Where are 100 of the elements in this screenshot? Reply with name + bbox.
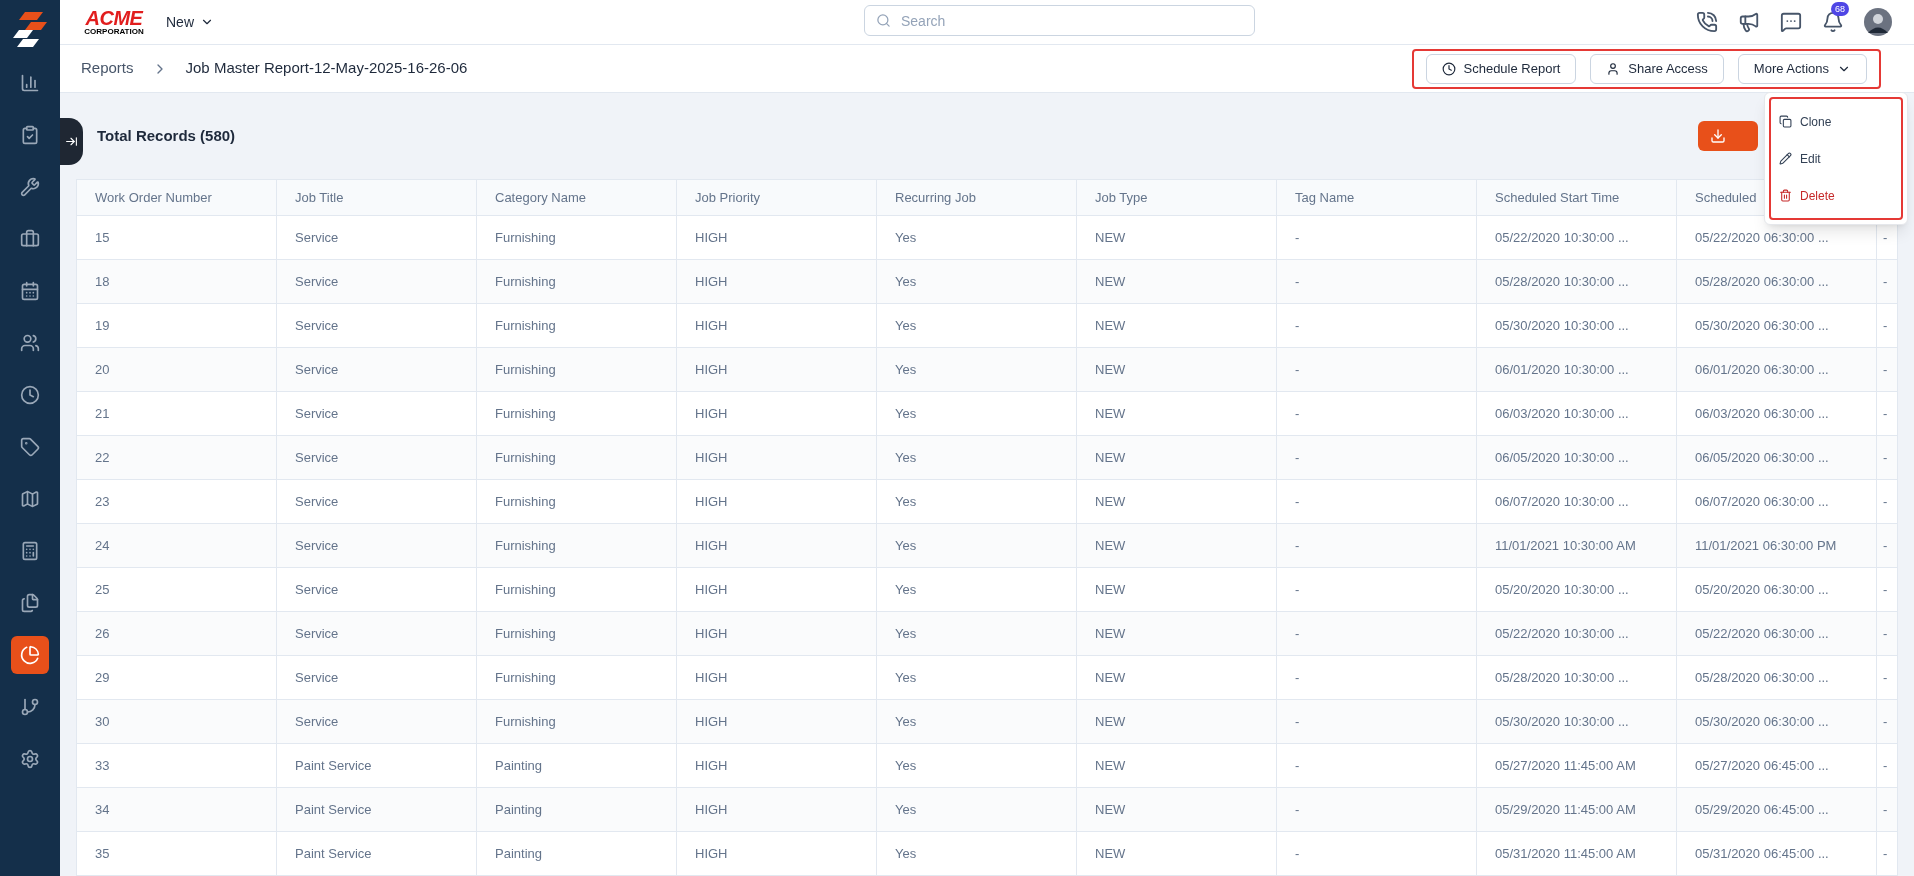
table-cell-text: Yes (895, 580, 917, 599)
table-cell-text: Service (295, 536, 339, 555)
phone-icon[interactable] (1696, 11, 1718, 33)
notification-icon[interactable] (1822, 11, 1844, 33)
table-cell-text: - (1883, 580, 1888, 599)
table-cell-text: Service (295, 316, 339, 335)
table-cell-text: - (1883, 536, 1888, 555)
table-cell-text: 25 (95, 580, 110, 599)
table-cell-text: Furnishing (495, 580, 556, 599)
copy-icon (1779, 115, 1792, 128)
table-cell-text: - (1295, 800, 1300, 819)
table-cell-text: - (1883, 272, 1888, 291)
table-cell-text: 05/30/2020 10:30:00 ... (1495, 316, 1629, 335)
table-cell-text: 24 (95, 536, 110, 555)
table-cell-text: Furnishing (495, 536, 556, 555)
search-icon (876, 13, 891, 28)
table-cell-text: - (1295, 668, 1300, 687)
breadcrumb-link[interactable]: Reports (81, 57, 134, 80)
column-header[interactable]: Scheduled Start Time (1495, 187, 1620, 208)
table-cell-text: - (1295, 228, 1300, 247)
table-cell-text: Furnishing (495, 668, 556, 687)
table-cell-text: Yes (895, 800, 917, 819)
table-cell-text: Service (295, 668, 339, 687)
table-cell-text: NEW (1095, 844, 1126, 863)
users-icon (20, 333, 40, 353)
table-cell-text: - (1295, 404, 1300, 423)
expand-icon[interactable] (65, 135, 78, 148)
table-cell-text: 05/22/2020 06:30:00 ... (1695, 624, 1829, 643)
table-cell-text: - (1883, 448, 1888, 467)
table-cell-text: HIGH (695, 756, 728, 775)
table-cell-text: 35 (95, 844, 110, 863)
table-cell-text: 30 (95, 712, 110, 731)
action-button[interactable]: Schedule Report (1425, 53, 1577, 84)
column-header[interactable]: Category Name (495, 187, 587, 208)
table-cell-text: 20 (95, 360, 110, 379)
table-cell-text: - (1295, 580, 1300, 599)
pencil-icon (1779, 152, 1792, 165)
table-cell-text: 05/29/2020 06:45:00 ... (1695, 800, 1829, 819)
calendar-icon (20, 281, 40, 301)
logo-icon[interactable] (11, 10, 49, 48)
table-cell-text: - (1295, 844, 1300, 863)
table-cell-text: 06/03/2020 06:30:00 ... (1695, 404, 1829, 423)
table-cell-text: Service (295, 492, 339, 511)
column-header[interactable]: Job Type (1095, 187, 1148, 208)
table-cell-text: Furnishing (495, 272, 556, 291)
table-cell-text: Furnishing (495, 316, 556, 335)
download-button[interactable] (1698, 121, 1758, 151)
table-cell-text: HIGH (695, 624, 728, 643)
column-header[interactable]: Recurring Job (895, 187, 976, 208)
table-cell-text: 22 (95, 448, 110, 467)
table-cell-text: Yes (895, 668, 917, 687)
table-cell-text: 05/30/2020 06:30:00 ... (1695, 712, 1829, 731)
new-menu-button[interactable]: New (166, 11, 214, 33)
table-cell-text: 05/29/2020 11:45:00 AM (1495, 800, 1636, 819)
column-header[interactable]: Work Order Number (95, 187, 212, 208)
table-cell-text: - (1883, 756, 1888, 775)
table-cell-text: - (1883, 228, 1888, 247)
table-cell-text: Yes (895, 712, 917, 731)
column-header[interactable]: Tag Name (1295, 187, 1355, 208)
table-cell-text: HIGH (695, 712, 728, 731)
avatar[interactable] (1864, 8, 1892, 36)
megaphone-icon[interactable] (1738, 11, 1760, 33)
notification-badge: 68 (1831, 2, 1849, 16)
table-cell-text: Yes (895, 756, 917, 775)
table-cell-text: 05/22/2020 10:30:00 ... (1495, 228, 1629, 247)
clock-icon (20, 385, 40, 405)
column-header[interactable]: Job Priority (695, 187, 761, 208)
table-cell-text: 33 (95, 756, 110, 775)
table-cell-text: - (1883, 800, 1888, 819)
table-cell-text: Service (295, 404, 339, 423)
column-header[interactable]: Scheduled (1695, 187, 1757, 208)
chat-icon[interactable] (1780, 11, 1802, 33)
menu-item[interactable]: Delete (1771, 177, 1901, 214)
menu-item[interactable]: Clone (1771, 103, 1901, 140)
table-cell-text: 05/28/2020 06:30:00 ... (1695, 272, 1829, 291)
table-cell-text: 26 (95, 624, 110, 643)
table-cell-text: - (1295, 360, 1300, 379)
table-cell-text: 05/20/2020 10:30:00 ... (1495, 580, 1629, 599)
company-logo[interactable]: ACME CORPORATION (82, 8, 146, 36)
sidebar-item[interactable] (11, 636, 49, 674)
total-records: Total Records (580) (97, 125, 236, 146)
table-cell-text: Yes (895, 316, 917, 335)
table-cell-text: - (1295, 492, 1300, 511)
table-cell-text: Paint Service (295, 844, 372, 863)
table-cell-text: 06/05/2020 06:30:00 ... (1695, 448, 1829, 467)
table-cell-text: Furnishing (495, 228, 556, 247)
branch-icon (20, 697, 40, 717)
menu-item[interactable]: Edit (1771, 140, 1901, 177)
column-header[interactable]: Job Title (295, 187, 344, 208)
bar-chart-icon (20, 73, 40, 93)
table-cell-text: Service (295, 360, 339, 379)
table-cell-text: NEW (1095, 800, 1126, 819)
action-button[interactable]: Share Access (1590, 53, 1724, 84)
search-field[interactable]: Search (864, 5, 1255, 36)
table-cell-text: NEW (1095, 360, 1126, 379)
table-cell-text: 15 (95, 228, 110, 247)
table-cell-text: 06/03/2020 10:30:00 ... (1495, 404, 1629, 423)
action-button[interactable]: More Actions (1737, 53, 1867, 84)
trash-icon (1779, 189, 1792, 202)
table-cell-text: NEW (1095, 316, 1126, 335)
